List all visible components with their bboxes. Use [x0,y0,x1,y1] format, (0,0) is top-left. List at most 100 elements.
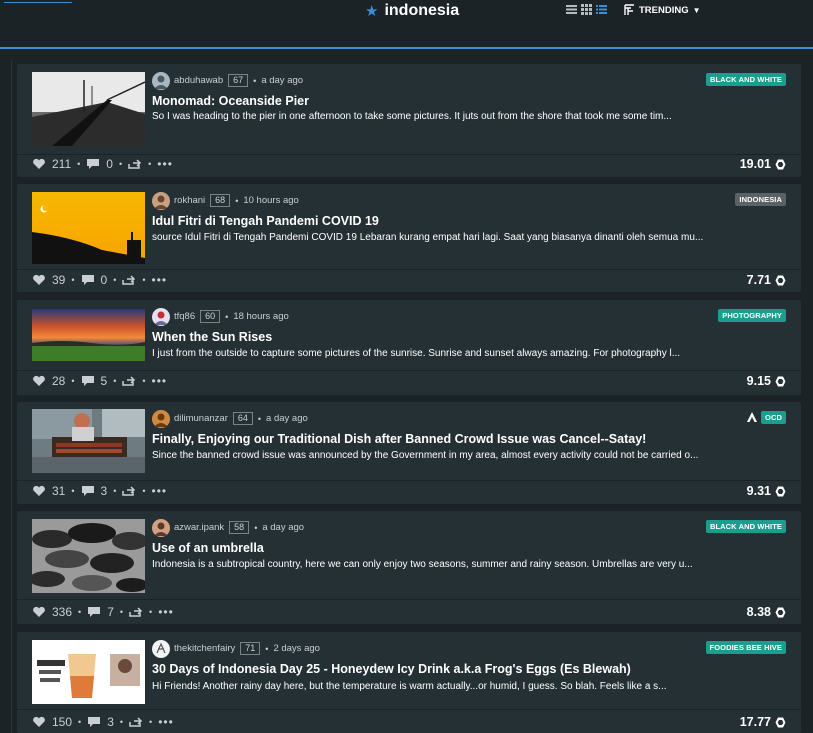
post-title[interactable]: When the Sun Rises [152,330,272,344]
post-time[interactable]: a day ago [261,75,303,86]
post-time[interactable]: a day ago [266,413,308,424]
more-icon[interactable]: ••• [158,605,174,619]
author-name[interactable]: azwar.ipank [174,522,224,533]
post-excerpt[interactable]: Indonesia is a subtropical country, here… [152,559,732,570]
comment-count[interactable]: 7 [107,605,114,619]
hive-token-icon [775,607,786,617]
avatar[interactable] [152,308,170,326]
post-title[interactable]: Finally, Enjoying our Traditional Dish a… [152,432,646,446]
list-view-icon[interactable] [566,4,577,15]
post-excerpt[interactable]: I just from the outside to capture some … [152,348,732,359]
vote-count[interactable]: 211 [52,157,71,171]
author-name[interactable]: dilimunanzar [174,413,228,424]
author-name[interactable]: rokhani [174,195,205,206]
more-icon[interactable]: ••• [157,157,173,171]
reblog-icon[interactable] [122,485,136,497]
reblog-icon[interactable] [122,375,136,387]
reblog-icon[interactable] [129,716,143,728]
post-thumbnail[interactable] [32,640,145,704]
post-excerpt[interactable]: source Idul Fitri di Tengah Pandemi COVI… [152,232,732,243]
reblog-icon[interactable] [122,274,136,286]
comment-count[interactable]: 0 [101,273,108,287]
post-card[interactable]: thekitchenfairy 71 • 2 days ago FOODIES … [17,632,801,733]
post-payout[interactable]: 8.38 [747,605,786,619]
post-excerpt[interactable]: So I was heading to the pier in one afte… [152,111,732,122]
post-thumbnail[interactable] [32,409,145,473]
post-tag[interactable]: INDONESIA [735,193,786,206]
comment-count[interactable]: 0 [106,157,113,171]
comment-icon[interactable] [86,158,100,170]
compact-view-icon[interactable] [596,4,607,15]
avatar[interactable] [152,192,170,210]
star-icon[interactable]: ★ [365,4,378,19]
reblog-icon[interactable] [129,606,143,618]
post-card[interactable]: rokhani 68 • 10 hours ago INDONESIA Idul… [17,184,801,292]
post-thumbnail[interactable] [32,192,145,264]
vote-count[interactable]: 39 [52,273,65,287]
more-icon[interactable]: ••• [158,715,174,729]
reputation-badge: 58 [229,521,250,534]
heart-icon[interactable] [32,606,46,618]
comment-count[interactable]: 3 [107,715,114,729]
comment-icon[interactable] [81,485,95,497]
post-card[interactable]: dilimunanzar 64 • a day ago OCD Finally,… [17,402,801,504]
more-icon[interactable]: ••• [152,374,168,388]
post-time[interactable]: 2 days ago [273,643,319,654]
comment-count[interactable]: 5 [101,374,108,388]
avatar[interactable] [152,640,170,658]
more-icon[interactable]: ••• [152,484,168,498]
avatar[interactable] [152,410,170,428]
vote-count[interactable]: 150 [52,715,72,729]
heart-icon[interactable] [32,375,46,387]
chevron-down-icon: ▼ [692,5,701,15]
post-card[interactable]: azwar.ipank 58 • a day ago BLACK AND WHI… [17,511,801,624]
heart-icon[interactable] [32,274,46,286]
post-excerpt[interactable]: Since the banned crowd issue was announc… [152,450,732,461]
grid-view-icon[interactable] [581,4,592,15]
post-thumbnail[interactable] [32,309,145,361]
post-tag[interactable]: BLACK AND WHITE [705,73,786,86]
author-name[interactable]: thekitchenfairy [174,643,235,654]
ocd-logo-icon [747,412,757,422]
post-card[interactable]: tfq86 60 • 18 hours ago PHOTOGRAPHY When… [17,300,801,395]
post-payout[interactable]: 9.15 [747,374,786,388]
post-title[interactable]: Use of an umbrella [152,541,264,555]
separator: • [257,413,262,424]
vote-count[interactable]: 336 [52,605,72,619]
vote-count[interactable]: 31 [52,484,65,498]
comment-icon[interactable] [81,375,95,387]
post-tag[interactable]: FOODIES BEE HIVE [705,641,786,654]
post-title[interactable]: Monomad: Oceanside Pier [152,94,309,108]
post-title[interactable]: 30 Days of Indonesia Day 25 - Honeydew I… [152,662,631,676]
post-excerpt[interactable]: Hi Friends! Another rainy day here, but … [152,681,732,692]
heart-icon[interactable] [32,716,46,728]
post-payout[interactable]: 19.01 [740,157,786,171]
vote-count[interactable]: 28 [52,374,65,388]
post-time[interactable]: a day ago [262,522,304,533]
comment-count[interactable]: 3 [101,484,108,498]
avatar[interactable] [152,519,170,537]
post-tag[interactable]: PHOTOGRAPHY [718,309,786,322]
post-tag[interactable]: BLACK AND WHITE [705,520,786,533]
post-tag[interactable]: OCD [761,411,786,424]
post-payout[interactable]: 7.71 [747,273,786,287]
post-time[interactable]: 10 hours ago [243,195,298,206]
reblog-icon[interactable] [128,158,142,170]
post-time[interactable]: 18 hours ago [233,311,288,322]
post-payout[interactable]: 9.31 [747,484,786,498]
author-name[interactable]: abduhawab [174,75,223,86]
more-icon[interactable]: ••• [152,273,168,287]
comment-icon[interactable] [81,274,95,286]
post-card[interactable]: abduhawab 67 • a day ago BLACK AND WHITE… [17,64,801,177]
comment-icon[interactable] [87,716,101,728]
avatar[interactable] [152,72,170,90]
heart-icon[interactable] [32,485,46,497]
post-thumbnail[interactable] [32,72,145,146]
post-thumbnail[interactable] [32,519,145,593]
sort-dropdown[interactable]: TRENDING ▼ [624,4,701,16]
post-payout[interactable]: 17.77 [740,715,786,729]
post-title[interactable]: Idul Fitri di Tengah Pandemi COVID 19 [152,214,379,228]
comment-icon[interactable] [87,606,101,618]
author-name[interactable]: tfq86 [174,311,195,322]
heart-icon[interactable] [32,158,46,170]
